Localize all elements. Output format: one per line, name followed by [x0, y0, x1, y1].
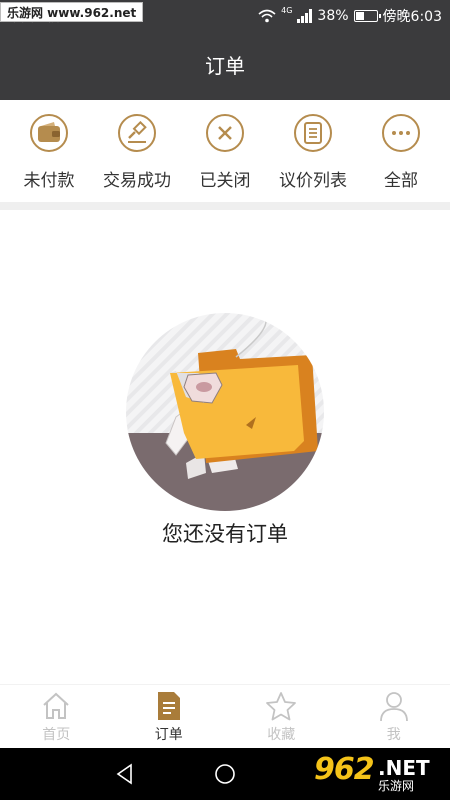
order-icon [157, 692, 180, 720]
status-label: 已关闭 [199, 171, 251, 191]
logo-subtitle: 乐游网 [378, 779, 415, 793]
site-watermark: 乐游网 www.962.net [0, 2, 144, 22]
site-logo: 962 .NET 乐游网 [306, 752, 446, 796]
logo-number: 962 [314, 752, 375, 787]
top-bar: 中国电信 乐游网 www.962.net 4G 38% 傍晚6:03 订单 [0, 0, 450, 100]
status-label: 全部 [384, 171, 418, 191]
battery-percent: 38% [317, 8, 349, 24]
order-screen: 中国电信 乐游网 www.962.net 4G 38% 傍晚6:03 订单 [0, 0, 450, 800]
signal-icon [297, 9, 313, 23]
clock: 傍晚6:03 [382, 9, 442, 25]
bottom-tab-bar: 首页 订单 收藏 我 [0, 684, 450, 748]
section-divider [0, 202, 450, 210]
tab-orders[interactable]: 订单 [113, 685, 226, 748]
tab-label: 收藏 [267, 727, 296, 743]
tab-label: 我 [386, 727, 401, 743]
status-closed[interactable]: 已关闭 [182, 100, 268, 202]
wallet-icon [30, 114, 68, 152]
status-label: 议价列表 [279, 171, 347, 191]
page-title: 订单 [205, 54, 245, 78]
status-bargain-list[interactable]: 议价列表 [270, 100, 356, 202]
close-icon [206, 114, 244, 152]
home-icon [43, 692, 69, 719]
battery-icon [353, 10, 381, 22]
status-success[interactable]: 交易成功 [94, 100, 180, 202]
user-icon [379, 692, 408, 722]
status-label: 交易成功 [103, 171, 171, 191]
star-icon [266, 692, 297, 721]
tab-home[interactable]: 首页 [0, 685, 113, 748]
status-bar: 中国电信 乐游网 www.962.net 4G 38% 傍晚6:03 [0, 0, 450, 30]
status-label: 未付款 [23, 171, 75, 191]
tab-favorites[interactable]: 收藏 [225, 685, 338, 748]
gavel-icon [118, 114, 156, 152]
more-icon [382, 114, 420, 152]
wifi-icon [258, 9, 276, 23]
home-nav-icon[interactable] [213, 762, 237, 786]
status-unpaid[interactable]: 未付款 [6, 100, 92, 202]
torn-folder-illustration [126, 313, 324, 511]
system-nav-bar: 962 .NET 乐游网 [0, 748, 450, 800]
back-icon[interactable] [113, 762, 137, 786]
order-status-row: 未付款 交易成功 已关闭 议价列表 全部 [0, 100, 450, 202]
status-all[interactable]: 全部 [358, 100, 444, 202]
list-icon [294, 114, 332, 152]
tab-label: 订单 [154, 727, 183, 743]
tab-me[interactable]: 我 [338, 685, 450, 748]
status-indicators: 4G 38% 傍晚6:03 [258, 6, 442, 26]
network-type: 4G [281, 6, 293, 15]
tab-label: 首页 [42, 727, 71, 743]
empty-message: 您还没有订单 [162, 522, 288, 546]
